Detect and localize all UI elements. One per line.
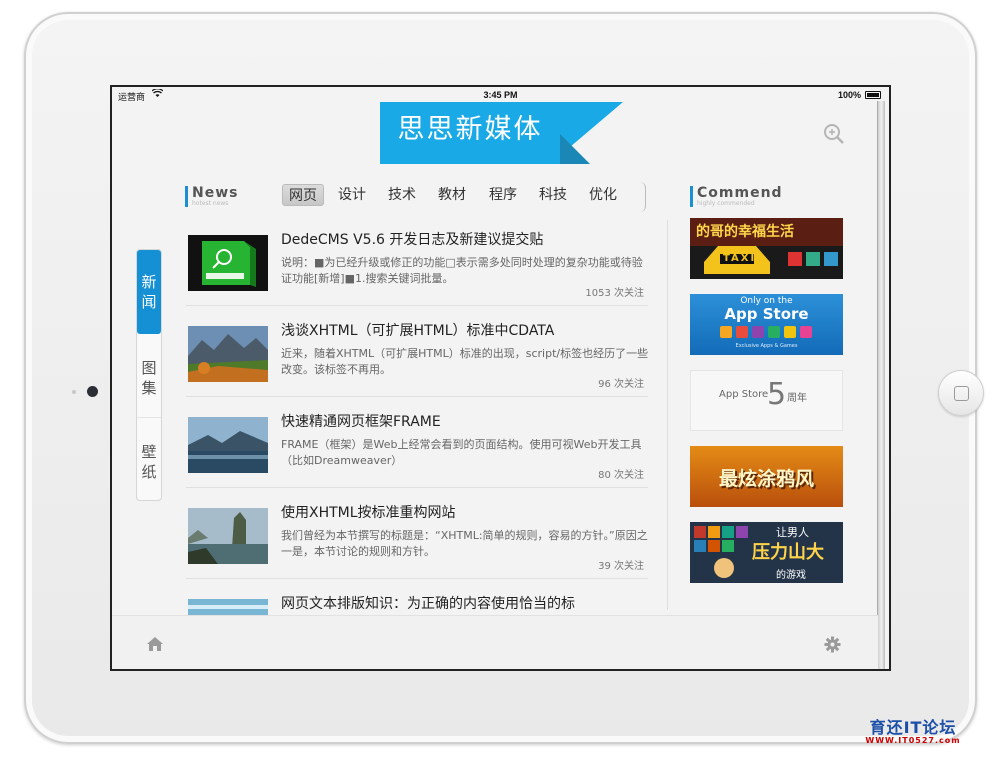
ad-title: 最炫涂鸦风 — [718, 468, 814, 490]
tab-tutorial[interactable]: 教材 — [432, 184, 472, 206]
article-thumbnail — [188, 417, 268, 473]
article-thumbnail — [188, 508, 268, 564]
article-title[interactable]: 浅谈XHTML（可扩展HTML）标准中CDATA — [281, 320, 554, 340]
ad-subtitle: 周年 — [787, 393, 807, 404]
article-follow-count: 96 次关注 — [598, 379, 644, 390]
news-subtitle: hotest news — [192, 200, 229, 207]
article-list: DedeCMS V5.6 开发日志及新建议提交贴 说明：■为已经升级或修正的功能… — [186, 215, 648, 615]
tab-tech[interactable]: 技术 — [382, 184, 422, 206]
scroll-rail[interactable] — [877, 101, 885, 669]
side-nav-gallery[interactable]: 图集 — [137, 336, 161, 418]
ad-banner-app-store[interactable]: Only on the App Store Exclusive Apps & G… — [690, 294, 843, 355]
ad-banner-pressure[interactable]: 让男人 压力山大 的游戏 — [690, 522, 843, 583]
article-item[interactable]: 网页文本排版知识：为正确的内容使用恰当的标 — [186, 579, 648, 615]
app-logo: 思思新媒体 — [380, 102, 623, 164]
tab-optimize[interactable]: 优化 — [583, 184, 623, 206]
logo-fold-shadow — [558, 132, 590, 164]
ad-banner-graffiti[interactable]: 最炫涂鸦风 — [690, 446, 843, 507]
ad-title: 压力山大 — [752, 542, 824, 563]
tab-science[interactable]: 科技 — [533, 184, 573, 206]
side-nav-news-label: 新闻 — [141, 273, 157, 311]
article-item[interactable]: 使用XHTML按标准重构网站 我们曾经为本节撰写的标题是：“XHTML:简单的规… — [186, 488, 648, 579]
article-title[interactable]: 快速精通网页框架FRAME — [281, 411, 441, 431]
watermark-url: WWW.IT0527.com — [865, 736, 961, 745]
article-item[interactable]: 快速精通网页框架FRAME FRAME（框架）是Web上经常会看到的页面结构。使… — [186, 397, 648, 488]
commend-subtitle: highly commended — [697, 200, 755, 207]
ad-banner-app-store-5-years[interactable]: App Store 5 周年 — [690, 370, 843, 431]
home-square-icon — [954, 386, 969, 401]
side-nav: 新闻 图集 壁纸 — [136, 249, 162, 501]
app-screen: 运营商 3:45 PM 100% 思思新媒体 News hotest news … — [110, 85, 891, 671]
battery-icon — [865, 91, 881, 99]
category-tabs: 网页 设计 技术 教材 程序 科技 优化 — [280, 182, 646, 212]
article-desc: 近来，随着XHTML（可扩展HTML）标准的出现，script/标签也经历了一些… — [281, 347, 648, 376]
front-camera — [87, 386, 98, 397]
side-nav-wallpaper[interactable]: 壁纸 — [137, 420, 161, 500]
ad-banner-taxi[interactable]: 的哥的幸福生活 TAXI — [690, 218, 843, 279]
ad-title: 的哥的幸福生活 — [696, 224, 794, 240]
ad-small-text: Exclusive Apps & Games — [735, 343, 798, 349]
article-title[interactable]: 使用XHTML按标准重构网站 — [281, 502, 456, 522]
commend-title: Commend — [697, 185, 783, 201]
logo-text: 思思新媒体 — [380, 102, 560, 164]
tab-program[interactable]: 程序 — [483, 184, 523, 206]
article-desc: 说明：■为已经升级或修正的功能□表示需多处同时处理的复杂功能或待验证功能[新增]… — [281, 256, 643, 285]
home-icon[interactable] — [146, 636, 164, 652]
article-thumbnail — [188, 235, 268, 291]
ad-number: 5 — [767, 377, 787, 412]
ad-title: App Store — [719, 389, 769, 400]
news-title: News — [192, 185, 239, 201]
tab-design[interactable]: 设计 — [332, 184, 372, 206]
article-desc: FRAME（框架）是Web上经常会看到的页面结构。使用可视Web开发工具（比如D… — [281, 438, 642, 467]
article-desc: 我们曾经为本节撰写的标题是：“XHTML:简单的规则，容易的方针。”原因之一是，… — [281, 529, 648, 558]
column-divider — [667, 220, 668, 610]
commend-section-header: Commend highly commended — [690, 186, 783, 207]
news-section-header: News hotest news — [185, 186, 238, 207]
side-nav-news[interactable]: 新闻 — [137, 250, 161, 334]
article-item[interactable]: DedeCMS V5.6 开发日志及新建议提交贴 说明：■为已经升级或修正的功能… — [186, 215, 648, 306]
article-follow-count: 39 次关注 — [598, 561, 644, 572]
article-title[interactable]: 网页文本排版知识：为正确的内容使用恰当的标 — [281, 593, 575, 613]
tab-web[interactable]: 网页 — [282, 184, 324, 206]
ad-small-text: 的游戏 — [776, 570, 806, 581]
battery-percent: 100% — [837, 90, 861, 100]
article-follow-count: 80 次关注 — [598, 470, 644, 481]
side-nav-wallpaper-label: 壁纸 — [141, 443, 157, 481]
watermark-title: 育还IT论坛 — [869, 718, 957, 737]
article-item[interactable]: 浅谈XHTML（可扩展HTML）标准中CDATA 近来，随着XHTML（可扩展H… — [186, 306, 648, 397]
article-thumbnail — [188, 599, 268, 615]
side-nav-gallery-label: 图集 — [141, 359, 157, 397]
clock: 3:45 PM — [483, 90, 518, 100]
article-thumbnail — [188, 326, 268, 382]
gear-icon[interactable] — [824, 636, 841, 653]
article-title[interactable]: DedeCMS V5.6 开发日志及新建议提交贴 — [281, 229, 543, 249]
site-watermark: 育还IT论坛 WWW.IT0527.com — [858, 714, 968, 745]
hardware-home-button[interactable] — [938, 370, 984, 416]
microphone — [72, 390, 76, 394]
zoom-in-icon[interactable] — [822, 122, 846, 146]
ad-subtitle: TAXI — [723, 253, 757, 264]
article-follow-count: 1053 次关注 — [585, 288, 644, 299]
bottom-toolbar — [112, 615, 878, 669]
